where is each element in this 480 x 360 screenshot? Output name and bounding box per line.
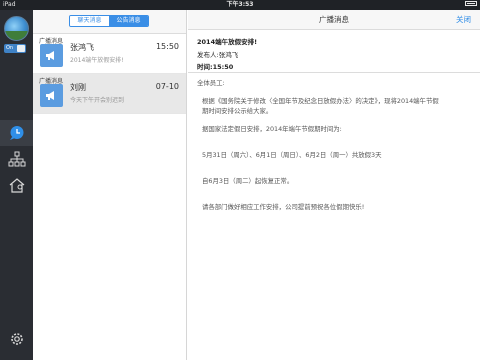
toggle-knob [17,45,25,52]
sender-name: 张鸿飞 [70,43,94,52]
body-paragraph-2: 据国家法定假日安排，2014年端午节假期时间为: [202,125,342,133]
sender-name: 刘刚 [70,83,86,92]
message-time: 时间:15:50 [197,63,234,71]
body-greeting: 全体员工: [197,79,225,87]
body-paragraph-1-line-2: 期时间安排公示给大家。 [202,107,273,115]
message-preview: 今天下午开会别迟到 [70,97,125,104]
megaphone-icon [40,84,63,107]
body-paragraph-1-line-1: 根据《国务院关于修改〈全国年节及纪念日放假办法〉的决定》，现将2014端午节假 [202,97,439,105]
list-header: 聊天消息 公告消息 [33,10,186,34]
sidebar-item-contacts[interactable] [0,146,33,172]
sidebar: On [0,10,33,360]
message-preview: 2014端午放假安排! [70,57,124,64]
message-type-segmented-control: 聊天消息 公告消息 [69,15,149,27]
list-item[interactable]: 广播消息 刘刚 07-10 今天下午开会别迟到 [33,74,186,114]
message-detail-panel: 广播消息 关闭 2014端午放假安排! 发布人:张鸿飞 时间:15:50 全体员… [188,10,480,360]
sidebar-item-messages[interactable] [0,120,33,146]
message-sender: 发布人:张鸿飞 [197,51,239,59]
message-time: 15:50 [155,42,179,51]
tab-announcements[interactable]: 公告消息 [109,16,148,26]
close-button[interactable]: 关闭 [456,10,471,30]
avatar[interactable] [4,16,29,41]
settings-button[interactable] [0,326,33,352]
sidebar-item-home[interactable] [0,172,33,198]
list-item[interactable]: 广播消息 张鸿飞 15:50 2014端午放假安排! [33,34,186,74]
detail-header: 广播消息 关闭 [188,10,480,30]
message-subject: 2014端午放假安排! [197,38,258,46]
gear-icon [10,333,23,345]
body-paragraph-3: 5月31日（周六）、6月1日（周日）、6月2日（周一）共放假3天 [202,151,382,159]
chat-bubble-icon [9,126,23,140]
status-toggle[interactable]: On [4,44,26,53]
message-time: 07-10 [155,82,179,91]
divider [188,72,480,73]
page-title: 广播消息 [319,15,349,24]
status-toggle-label: On [6,45,14,51]
body-paragraph-4: 自6月3日（周二）起恢复正常。 [202,177,294,185]
message-list-panel: 聊天消息 公告消息 广播消息 张鸿飞 15:50 2014端午放假安排! 广播消… [33,10,187,360]
home-icon [9,178,24,193]
battery-icon [463,0,477,10]
status-bar: iPad 下午3:53 [0,0,480,10]
clock: 下午3:53 [226,1,254,8]
body-paragraph-5: 请各部门做好相应工作安排，公司提前预祝各位假期快乐! [202,203,365,211]
org-chart-icon [8,151,25,167]
tab-chat-messages[interactable]: 聊天消息 [70,16,109,26]
megaphone-icon [40,44,63,67]
